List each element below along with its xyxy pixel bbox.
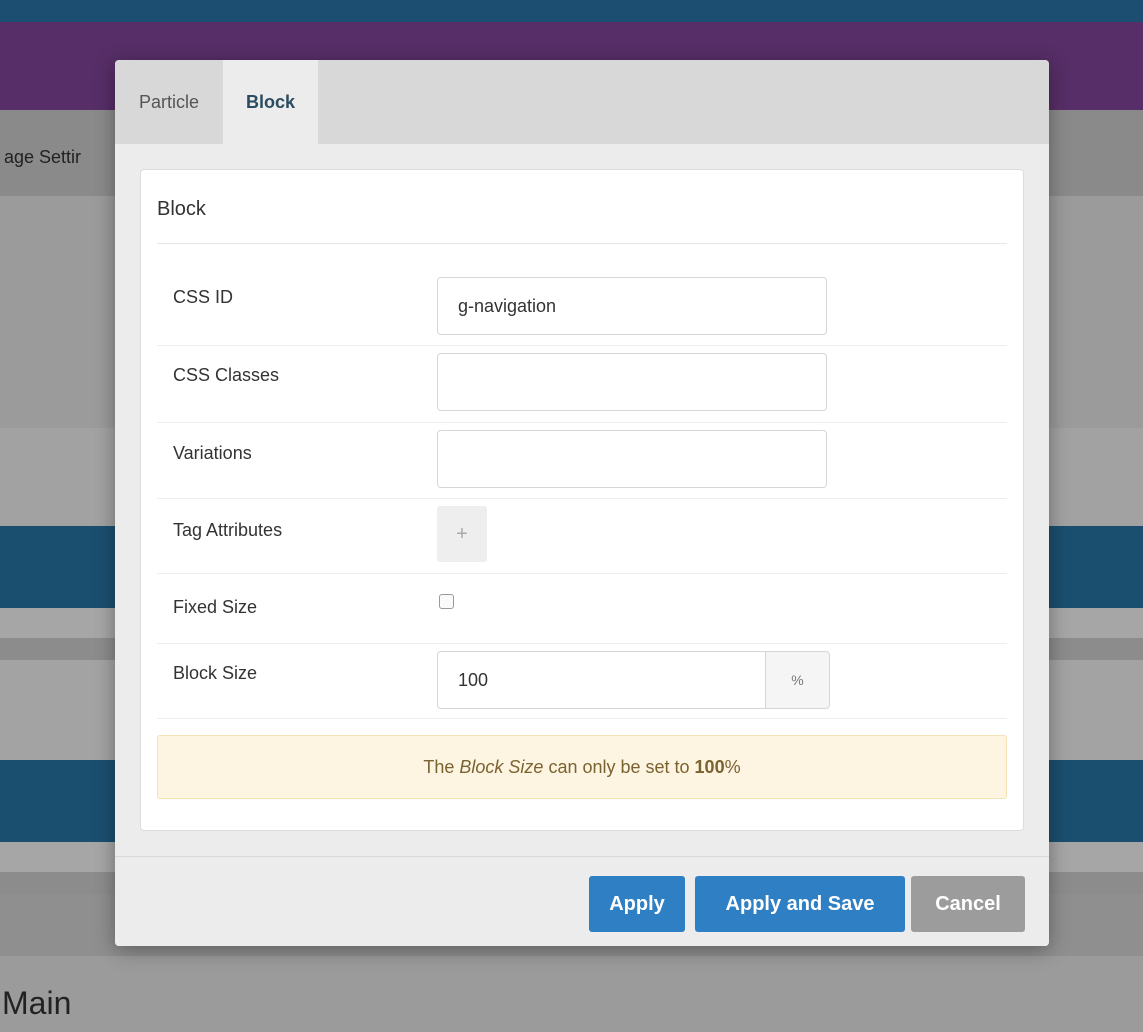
variations-row: Variations bbox=[157, 422, 1007, 499]
modal-footer: Apply Apply and Save Cancel bbox=[115, 856, 1049, 946]
css-classes-row: CSS Classes bbox=[157, 345, 1007, 423]
tab-particle[interactable]: Particle bbox=[115, 60, 223, 144]
block-size-row: Block Size % bbox=[157, 643, 1007, 719]
variations-input[interactable] bbox=[437, 430, 827, 488]
css-classes-input[interactable] bbox=[437, 353, 827, 411]
block-size-unit: % bbox=[765, 651, 830, 709]
background-main-label: Main bbox=[2, 985, 72, 1021]
fixed-size-checkbox[interactable] bbox=[439, 594, 454, 609]
tag-attributes-label: Tag Attributes bbox=[173, 520, 283, 540]
cancel-button[interactable]: Cancel bbox=[911, 876, 1025, 932]
notice-prefix: The bbox=[423, 756, 455, 777]
background-settings-label: age Settir bbox=[4, 147, 82, 167]
background-section bbox=[0, 956, 1143, 1032]
tag-attributes-row: Tag Attributes + bbox=[157, 498, 1007, 574]
block-size-notice: The Block Size can only be set to 100 % bbox=[157, 735, 1007, 799]
block-settings-modal: Particle Block Block CSS ID CSS Classes … bbox=[115, 60, 1049, 946]
fixed-size-row: Fixed Size bbox=[157, 573, 1007, 644]
block-size-input[interactable] bbox=[437, 651, 765, 709]
css-classes-label: CSS Classes bbox=[173, 365, 280, 385]
notice-strong: 100 bbox=[694, 756, 725, 777]
css-id-row: CSS ID bbox=[157, 269, 1007, 346]
notice-suffix: % bbox=[724, 756, 741, 777]
notice-emphasis: Block Size bbox=[459, 756, 544, 777]
block-size-label: Block Size bbox=[173, 663, 258, 683]
css-id-input[interactable] bbox=[437, 277, 827, 335]
notice-middle: can only be set to bbox=[548, 756, 690, 777]
tab-block[interactable]: Block bbox=[223, 60, 319, 144]
apply-and-save-button[interactable]: Apply and Save bbox=[695, 876, 905, 932]
modal-tabs: Particle Block bbox=[115, 60, 1049, 144]
apply-button[interactable]: Apply bbox=[589, 876, 685, 932]
plus-icon: + bbox=[456, 522, 468, 545]
section-title: Block bbox=[157, 170, 1007, 244]
fixed-size-label: Fixed Size bbox=[173, 597, 258, 617]
variations-label: Variations bbox=[173, 443, 252, 463]
add-tag-attribute-button[interactable]: + bbox=[437, 506, 487, 562]
css-id-label: CSS ID bbox=[173, 287, 234, 307]
background-top-bar bbox=[0, 0, 1143, 22]
block-settings-card: Block CSS ID CSS Classes Variations Tag … bbox=[140, 169, 1024, 831]
